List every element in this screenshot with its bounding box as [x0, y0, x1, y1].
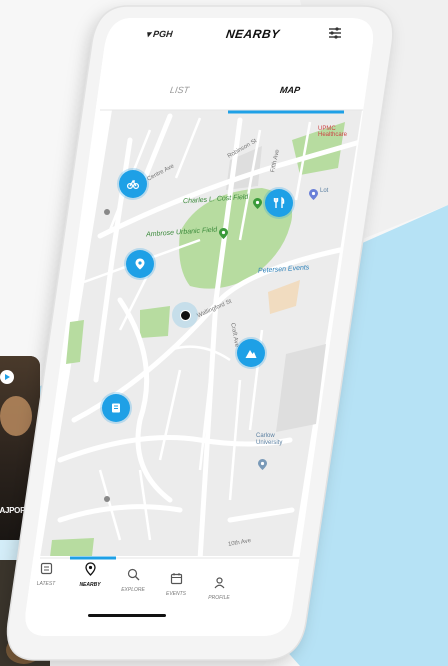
search-icon	[127, 568, 139, 581]
nav-label-profile: PROFILE	[208, 595, 230, 601]
blue-place-marker-icon[interactable]	[309, 187, 318, 200]
map-label-events: Petersen Events	[257, 264, 310, 275]
city-label: PGH	[152, 29, 174, 39]
map-label-street-craft: Craft Ave	[229, 322, 240, 348]
hiking-pin-icon[interactable]	[237, 339, 265, 367]
nav-item-profile[interactable]: PROFILE	[202, 576, 236, 608]
filter-sliders-icon[interactable]	[328, 26, 342, 40]
map-label-street-10th: 10th Ave	[227, 538, 252, 548]
book-pin-icon[interactable]	[102, 394, 130, 422]
nav-label-events: EVENTS	[165, 591, 186, 597]
map-label-stadium: Charles L. Cost Field	[182, 193, 249, 206]
current-location-icon[interactable]	[172, 302, 198, 328]
calendar-icon	[170, 573, 182, 585]
tab-list[interactable]: LIST	[169, 85, 189, 95]
small-gray-dot-icon	[104, 209, 110, 215]
nav-item-explore[interactable]: EXPLORE	[116, 568, 150, 600]
location-pin-icon	[84, 562, 96, 576]
nav-label-nearby: NEARBY	[79, 582, 101, 588]
green-place-marker-icon[interactable]	[219, 226, 228, 239]
tab-map[interactable]: MAP	[279, 85, 300, 95]
map-label-healthcare: UPMC Healthcare	[318, 126, 348, 138]
nav-label-latest: LATEST	[36, 581, 56, 587]
nav-item-events[interactable]: EVENTS	[160, 572, 192, 604]
small-gray-dot-icon	[104, 496, 110, 502]
user-icon	[214, 577, 224, 589]
nav-item-latest[interactable]: LATEST	[30, 562, 62, 594]
map-label-street-wallingford: Wallingford St	[196, 298, 233, 320]
info-pin-icon[interactable]	[126, 250, 154, 278]
map-label-lot: Lot	[320, 188, 329, 194]
map-label-urban-field: Ambrose Urbanic Field	[145, 226, 218, 239]
map-label-university: Carlow University	[256, 433, 283, 446]
page-title: NEARBY	[225, 27, 281, 41]
gray-place-marker-icon[interactable]	[258, 457, 267, 470]
restaurant-pin-icon[interactable]	[265, 189, 293, 217]
bike-pin-icon[interactable]	[119, 170, 147, 198]
green-place-marker-icon[interactable]	[253, 196, 262, 209]
map-label-street-centre: Centre Ave	[146, 163, 176, 183]
city-selector[interactable]: ▾ PGH	[145, 29, 174, 40]
map-label-street-fifth: Fifth Ave	[270, 149, 281, 173]
map-label-street-robinson: Robinson St	[226, 138, 258, 160]
nav-label-explore: EXPLORE	[121, 587, 145, 593]
latest-icon	[40, 562, 52, 575]
nav-item-nearby[interactable]: NEARBY	[72, 562, 108, 594]
app-screen: ▾ PGH NEARBY LIST MAP Charles L. Cost Fi…	[0, 0, 448, 666]
